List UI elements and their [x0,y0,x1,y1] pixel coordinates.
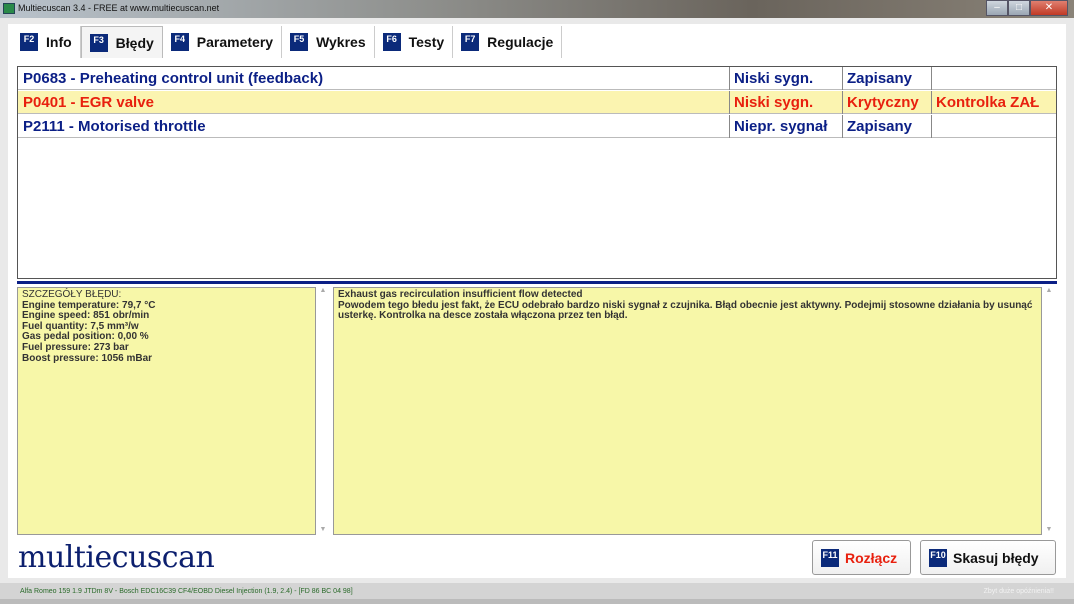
disconnect-label: Rozłącz [845,549,898,566]
fault-code: P0401 - EGR valve [23,94,154,111]
tab-bar: F2 Info F3 Błędy F4 Parametery F5 Wykres F6 T… [12,26,563,58]
description-title: Exhaust gas recirculation insufficient f… [338,289,583,300]
disconnect-button[interactable]: F11 Rozłącz [812,540,911,575]
tab-info[interactable]: F2 Info [12,26,81,58]
f4-key-icon: F4 [170,33,189,51]
details-title: SZCZEGÓŁY BŁĘDU: [22,289,122,300]
detail-line: Fuel pressure: 273 bar [22,341,129,353]
maximize-button[interactable]: □ [1008,0,1030,16]
f10-key-icon: F10 [929,548,947,567]
latency-warning: Zbyt duże opóźnienia!! [983,588,1054,595]
fault-signal: Niski sygn. [734,70,814,87]
details-scrollbar[interactable]: ▲ ▼ [316,287,330,535]
tab-regulacje[interactable]: F7 Regulacje [453,26,563,58]
fault-status: Zapisany [847,70,913,87]
tab-label: Testy [408,34,445,50]
fault-status: Krytyczny [847,94,919,111]
f5-key-icon: F5 [290,33,309,51]
table-row[interactable]: P0401 - EGR valve Niski sygn. Krytyczny … [18,91,1056,114]
window-title: Multiecuscan 3.4 - FREE at www.multiecus… [18,3,220,13]
tab-bledy[interactable]: F3 Błędy [80,26,163,58]
tab-label: Parametery [196,34,274,50]
tab-testy[interactable]: F6 Testy [375,26,454,58]
description-text: Powodem tego błedu jest fakt, że ECU ode… [338,299,1033,322]
detail-line: Boost pressure: 1056 mBar [22,352,153,364]
clear-errors-button[interactable]: F10 Skasuj błędy [920,540,1056,575]
fault-table: P0683 - Preheating control unit (feedbac… [17,66,1057,279]
tab-label: Błędy [115,34,154,51]
title-bar: Multiecuscan 3.4 - FREE at www.multiecus… [0,0,1074,18]
table-row[interactable]: P2111 - Motorised throttle Niepr. sygnał… [18,115,1056,138]
description-scrollbar[interactable]: ▲ ▼ [1042,287,1056,535]
fault-code: P0683 - Preheating control unit (feedbac… [23,70,324,87]
fault-description-box[interactable]: Exhaust gas recirculation insufficient f… [333,287,1042,535]
fault-signal: Niski sygn. [734,94,814,111]
fault-code: P2111 - Motorised throttle [23,118,206,135]
clear-errors-label: Skasuj błędy [953,549,1039,566]
tab-label: Wykres [316,34,366,50]
tab-label: Regulacje [487,34,554,50]
tab-parametery[interactable]: F4 Parametery [163,26,283,58]
fault-status: Zapisany [847,118,913,135]
fault-lamp: Kontrolka ZAŁ [936,94,1040,111]
fault-signal: Niepr. sygnał [734,118,828,135]
tab-label: Info [46,34,72,50]
tab-wykres[interactable]: F5 Wykres [282,26,375,58]
vehicle-info: Alfa Romeo 159 1.9 JTDm 8V - Bosch EDC16… [20,588,353,595]
bottom-edge [0,599,1074,604]
fault-details-box[interactable]: SZCZEGÓŁY BŁĘDU: Engine temperature: 79,… [17,287,316,535]
divider [17,281,1057,284]
f3-key-icon: F3 [89,33,108,52]
close-button[interactable]: ✕ [1030,0,1068,16]
minimize-button[interactable]: – [986,0,1008,16]
f6-key-icon: F6 [382,33,401,51]
status-bar: Alfa Romeo 159 1.9 JTDm 8V - Bosch EDC16… [0,583,1074,599]
table-row[interactable]: P0683 - Preheating control unit (feedbac… [18,67,1056,90]
f7-key-icon: F7 [461,33,480,51]
f2-key-icon: F2 [20,33,38,51]
multiecuscan-logo: multiecuscan [18,540,215,575]
f11-key-icon: F11 [821,548,839,567]
app-icon [3,3,15,14]
